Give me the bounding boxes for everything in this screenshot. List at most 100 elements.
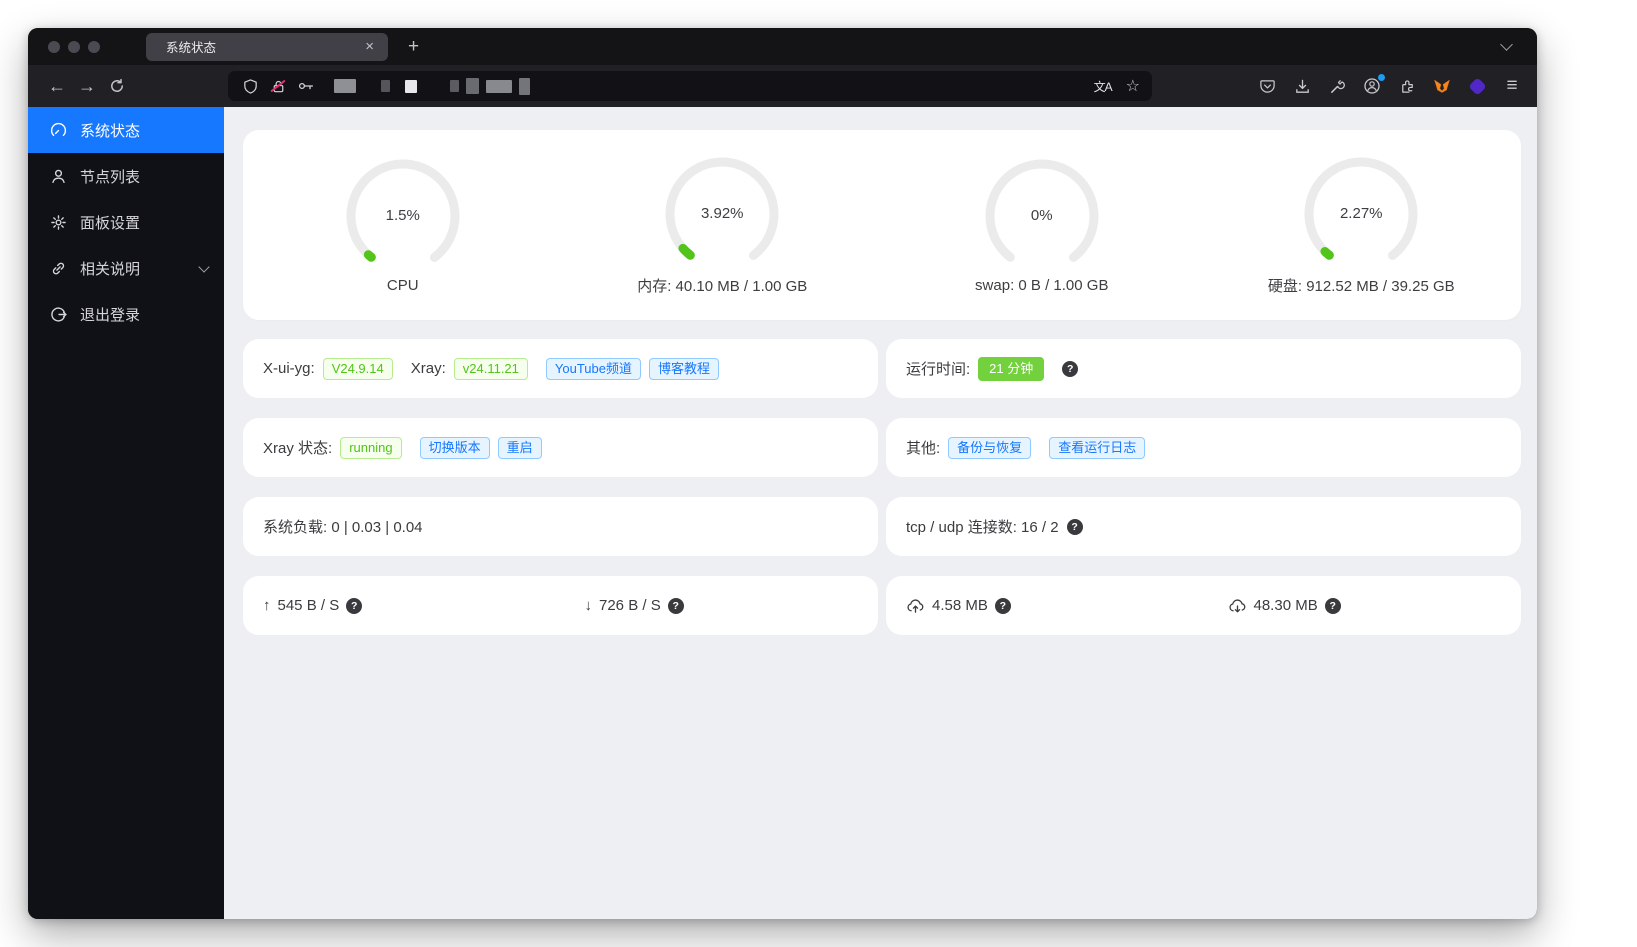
reload-icon	[111, 78, 123, 92]
translate-icon[interactable]: 文A	[1094, 78, 1113, 95]
user-icon	[52, 169, 65, 183]
redacted-block	[519, 77, 530, 95]
version-card: X-ui-yg: V24.9.14 Xray: v24.11.21 YouTub…	[243, 339, 878, 398]
gauge-label: swap: 0 B / 1.00 GB	[975, 277, 1109, 294]
window-minimize-button[interactable]	[68, 40, 80, 53]
sidebar-item-logout[interactable]: 退出登录	[28, 291, 224, 337]
uptime-label: 运行时间:	[906, 361, 971, 378]
upload-speed-help-icon[interactable]: ?	[346, 597, 363, 614]
uptime-value-tag: 21 分钟	[978, 356, 1045, 381]
gauge-value: 2.27%	[1339, 205, 1383, 222]
download-speed-help-icon[interactable]: ?	[667, 597, 684, 614]
upload-speed: ↑ 545 B / S ?	[243, 597, 557, 614]
connections-help-icon[interactable]: ?	[1066, 518, 1083, 535]
download-total-help-icon[interactable]: ?	[1324, 597, 1341, 614]
xray-status-tag: running	[340, 436, 402, 459]
upload-total: 4.58 MB ?	[886, 596, 1200, 615]
gauge-dial: 2.27%	[1301, 154, 1421, 274]
extension-icon[interactable]	[1396, 75, 1418, 97]
redacted-block	[466, 78, 479, 94]
browser-tab-bar: 系统状态 × +	[28, 28, 1537, 65]
download-speed-value: 726 B / S	[599, 597, 661, 614]
blog-tutorial-link[interactable]: 博客教程	[648, 357, 719, 380]
reload-button[interactable]	[102, 71, 132, 101]
browser-tab[interactable]: 系统状态 ×	[146, 32, 388, 61]
url-bar[interactable]: 文A ☆	[228, 71, 1152, 101]
uptime-help-icon[interactable]: ?	[1062, 360, 1079, 377]
pocket-icon[interactable]	[1256, 75, 1278, 97]
youtube-channel-link[interactable]: YouTube频道	[545, 357, 641, 380]
download-total: 48.30 MB ?	[1208, 596, 1522, 615]
window-zoom-button[interactable]	[88, 40, 100, 53]
sidebar-item-panel-settings[interactable]: 面板设置	[28, 199, 224, 245]
gauges-card: 1.5% CPU 3.92% 内存: 40.10 MB / 1.00 GB 0%…	[243, 130, 1521, 320]
sidebar: 系统状态 节点列表 面板设置 相关说明 退出登录	[28, 107, 224, 919]
wrench-icon[interactable]	[1326, 75, 1348, 97]
wallet-blob	[1467, 76, 1487, 96]
info-row-3: 系统负载: 0 | 0.03 | 0.04 tcp / udp 连接数: 16 …	[243, 497, 1521, 556]
xray-status-label: Xray 状态:	[263, 440, 333, 457]
arrow-down-icon: ↓	[584, 597, 593, 614]
arrow-up-icon: ↑	[263, 597, 271, 614]
xray-version-tag: v24.11.21	[453, 357, 528, 380]
key-icon[interactable]	[296, 76, 316, 96]
main-panel: 1.5% CPU 3.92% 内存: 40.10 MB / 1.00 GB 0%…	[224, 107, 1537, 919]
net-speed-card: ↑ 545 B / S ? ↓ 726 B / S ?	[243, 576, 878, 635]
link-icon	[52, 262, 65, 274]
window-close-button[interactable]	[48, 40, 60, 53]
xui-version-tag: V24.9.14	[322, 357, 393, 380]
gauge-memory: 3.92% 内存: 40.10 MB / 1.00 GB	[563, 154, 883, 296]
gauge-swap: 0% swap: 0 B / 1.00 GB	[882, 156, 1202, 294]
metamask-icon[interactable]	[1431, 75, 1453, 97]
system-load-text: 系统负载: 0 | 0.03 | 0.04	[263, 519, 423, 536]
download-speed: ↓ 726 B / S ?	[565, 597, 879, 614]
sidebar-item-label: 系统状态	[80, 122, 141, 140]
cloud-upload-icon	[907, 599, 924, 613]
back-button[interactable]: ←	[42, 71, 72, 101]
insecure-lock-icon[interactable]	[268, 76, 288, 96]
connections-text: tcp / udp 连接数: 16 / 2	[906, 519, 1059, 536]
logout-icon	[51, 306, 67, 322]
upload-total-help-icon[interactable]: ?	[994, 597, 1011, 614]
forward-button[interactable]: →	[72, 71, 102, 101]
new-tab-button[interactable]: +	[402, 37, 425, 56]
account-notification-dot	[1378, 74, 1385, 81]
urlbar-actions: 文A ☆	[1094, 76, 1140, 96]
sidebar-item-docs[interactable]: 相关说明	[28, 245, 224, 291]
desktop: 系统状态 × + ← → 文A ☆ ≡ 系统状态 节点列表 面板设置 相关说明 …	[0, 0, 1637, 947]
uptime-card: 运行时间: 21 分钟 ?	[886, 339, 1521, 398]
backup-restore-button[interactable]: 备份与恢复	[948, 436, 1032, 459]
connections-card: tcp / udp 连接数: 16 / 2 ?	[886, 497, 1521, 556]
gauge-label: CPU	[386, 277, 419, 294]
gauge-dial: 0%	[982, 156, 1102, 276]
info-row-2: Xray 状态: running 切换版本 重启 其他: 备份与恢复 查看运行日…	[243, 418, 1521, 477]
other-card: 其他: 备份与恢复 查看运行日志	[886, 418, 1521, 477]
gauge-cpu: 1.5% CPU	[243, 156, 563, 294]
info-row-4: ↑ 545 B / S ? ↓ 726 B / S ? 4.58 MB ? 48…	[243, 576, 1521, 635]
sidebar-item-system-status[interactable]: 系统状态	[28, 107, 224, 153]
redacted-block	[381, 80, 390, 92]
gauge-dial: 3.92%	[662, 154, 782, 274]
menu-icon[interactable]: ≡	[1501, 75, 1523, 97]
upload-total-value: 4.58 MB	[932, 597, 988, 614]
bookmark-star-icon[interactable]: ☆	[1126, 76, 1140, 96]
gauge-disk: 2.27% 硬盘: 912.52 MB / 39.25 GB	[1202, 154, 1522, 296]
tab-overflow-chevron-icon[interactable]	[1500, 38, 1513, 51]
tab-close-icon[interactable]: ×	[361, 37, 378, 56]
shield-icon[interactable]	[240, 76, 260, 96]
gear-icon	[51, 214, 66, 230]
url-redacted-text	[334, 77, 530, 95]
sidebar-item-node-list[interactable]: 节点列表	[28, 153, 224, 199]
switch-version-button[interactable]: 切换版本	[419, 436, 490, 459]
gauge-value: 1.5%	[385, 207, 420, 224]
account-icon[interactable]	[1361, 74, 1385, 97]
view-logs-button[interactable]: 查看运行日志	[1049, 436, 1146, 459]
menu-glyph: ≡	[1506, 75, 1518, 96]
page-content: 系统状态 节点列表 面板设置 相关说明 退出登录 1.5% CPU 3.92% …	[28, 107, 1537, 919]
gauge-value: 3.92%	[700, 205, 744, 222]
gauge-label: 硬盘: 912.52 MB / 39.25 GB	[1267, 278, 1455, 295]
restart-button[interactable]: 重启	[497, 436, 542, 459]
downloads-icon[interactable]	[1291, 75, 1313, 97]
wallet-icon[interactable]	[1466, 75, 1488, 97]
window-controls	[28, 40, 114, 53]
